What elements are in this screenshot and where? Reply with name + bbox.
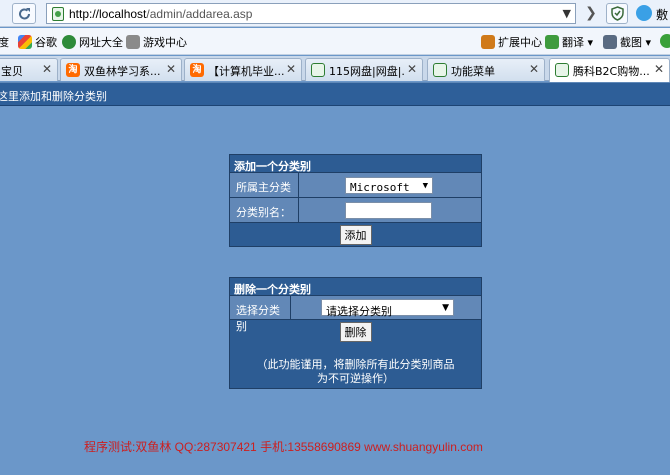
bookmark-label: 游戏中心 <box>143 36 187 49</box>
select-subcategory-label: 选择分类别 <box>230 296 290 333</box>
chevron-down-icon: ▾ <box>587 36 594 49</box>
extension-center-button[interactable]: 扩展中心 <box>481 34 542 50</box>
more-icon <box>660 34 670 48</box>
page-header: 这里添加和删除分类别 <box>0 82 670 106</box>
parent-category-value: Microsoft <box>350 181 410 194</box>
google-icon <box>18 35 32 49</box>
page-icon <box>52 7 64 21</box>
refresh-icon <box>19 8 30 20</box>
parent-category-cell: Microsoft ▼ <box>298 173 481 197</box>
parent-category-label: 所属主分类 <box>230 173 298 197</box>
screenshot-button[interactable]: 截图 ▾ <box>603 34 651 50</box>
add-button-row: 添加 <box>230 223 481 246</box>
bookmark-label: 谷歌 <box>35 36 57 49</box>
tab-graduation-project[interactable]: 淘 【计算机毕业... ✕ <box>184 58 302 81</box>
tab-label: 115网盘|网盘|... <box>329 65 405 78</box>
taobao-icon: 淘 <box>66 63 80 77</box>
close-icon[interactable]: ✕ <box>286 62 296 76</box>
security-button[interactable] <box>606 3 628 24</box>
close-icon[interactable]: ✕ <box>654 62 664 76</box>
close-icon[interactable]: ✕ <box>42 62 52 76</box>
tab-label: 双鱼林学习系... <box>84 65 161 78</box>
bookmark-label: 截图 <box>620 36 642 49</box>
url-path: /admin/addarea.asp <box>146 7 253 21</box>
subcategory-name-input[interactable] <box>345 202 432 219</box>
bookmark-label: 网址大全 <box>79 36 123 49</box>
tab-bar: 宝贝 ✕ 淘 双鱼林学习系... ✕ 淘 【计算机毕业... ✕ 115网盘|网… <box>0 56 670 82</box>
translate-icon <box>545 35 559 49</box>
select-subcategory-cell: 请选择分类别 ▼ <box>290 296 481 319</box>
delete-subcategory-value: 请选择分类别 <box>326 305 392 318</box>
bookmark-more[interactable] <box>660 34 670 48</box>
chevron-down-icon[interactable]: ▼ <box>563 7 571 20</box>
go-forward-icon[interactable]: ❯ <box>582 3 600 24</box>
user-label: 敷 <box>656 8 669 22</box>
warning-note-line1: （此功能谨用，将删除所有此分类别商品 <box>256 358 455 371</box>
bookmark-label: 度 <box>0 36 9 49</box>
tab-label: 【计算机毕业... <box>208 65 284 78</box>
tab-115-pan[interactable]: 115网盘|网盘|... ✕ <box>305 58 423 81</box>
panel-title: 删除一个分类别 <box>230 278 481 296</box>
bookmark-google[interactable]: 谷歌 <box>18 34 57 50</box>
scissors-icon <box>603 35 617 49</box>
bookmark-baidu[interactable]: 度 <box>0 34 9 50</box>
bookmark-web-directory[interactable]: 网址大全 <box>62 34 123 50</box>
extension-icon <box>481 35 495 49</box>
tab-label: 功能菜单 <box>451 65 495 78</box>
translate-button[interactable]: 翻译 ▾ <box>545 34 593 50</box>
refresh-button[interactable] <box>12 3 36 24</box>
chevron-down-icon: ▼ <box>422 181 428 191</box>
delete-subcategory-panel: 删除一个分类别 选择分类别 请选择分类别 ▼ 删除 （此功能谨用，将删除所有此分… <box>229 277 482 389</box>
close-icon[interactable]: ✕ <box>407 62 417 76</box>
gamepad-icon <box>126 35 140 49</box>
delete-subcategory-select[interactable]: 请选择分类别 ▼ <box>321 299 454 318</box>
url-host: http://localhost <box>69 7 147 21</box>
bookmarks-bar: 度 谷歌 网址大全 游戏中心 扩展中心 翻译 ▾ 截图 ▾ <box>0 28 670 55</box>
tab-tengke-b2c[interactable]: 腾科B2C购物... ✕ <box>549 58 670 82</box>
warning-note-line2: 为不可逆操作） <box>317 372 394 385</box>
page-title: 这里添加和删除分类别 <box>0 90 107 103</box>
panel-title: 添加一个分类别 <box>230 155 481 173</box>
tab-shuangyulin[interactable]: 淘 双鱼林学习系... ✕ <box>60 58 182 81</box>
subcategory-name-label: 分类别名： <box>230 198 298 222</box>
add-button[interactable]: 添加 <box>339 225 372 245</box>
footer-credit: 程序测试:双鱼林 QQ:287307421 手机:13558690869 www… <box>84 440 483 454</box>
bookmark-label: 翻译 <box>562 36 584 49</box>
chevron-down-icon: ▼ <box>442 303 449 313</box>
bookmark-game-center[interactable]: 游戏中心 <box>126 34 187 50</box>
close-icon[interactable]: ✕ <box>529 62 539 76</box>
page-icon <box>555 63 569 77</box>
tab-label: 腾科B2C购物... <box>573 65 650 78</box>
web-directory-icon <box>62 35 76 49</box>
close-icon[interactable]: ✕ <box>166 62 176 76</box>
page-icon <box>433 63 447 77</box>
tab-function-menu[interactable]: 功能菜单 ✕ <box>427 58 545 81</box>
user-icon <box>636 5 652 21</box>
delete-button[interactable]: 删除 <box>339 322 372 342</box>
tab-label: 宝贝 <box>1 65 23 78</box>
address-bar-row: http://localhost/admin/addarea.asp ▼ ❯ 敷 <box>0 0 670 27</box>
bookmark-label: 扩展中心 <box>498 36 542 49</box>
shield-icon <box>611 6 624 21</box>
url-input[interactable]: http://localhost/admin/addarea.asp ▼ <box>46 3 576 24</box>
taobao-icon: 淘 <box>190 63 204 77</box>
subcategory-name-cell <box>298 198 481 222</box>
chevron-down-icon: ▾ <box>645 36 652 49</box>
page-icon <box>311 63 325 77</box>
delete-button-row: 删除 （此功能谨用，将删除所有此分类别商品 为不可逆操作） <box>230 320 481 388</box>
add-subcategory-panel: 添加一个分类别 所属主分类 Microsoft ▼ 分类别名： 添加 <box>229 154 482 247</box>
tab-baobei[interactable]: 宝贝 ✕ <box>0 58 58 81</box>
user-menu[interactable]: 敷 <box>634 3 670 24</box>
parent-category-select[interactable]: Microsoft ▼ <box>345 177 433 194</box>
url-text: http://localhost/admin/addarea.asp <box>69 7 252 21</box>
